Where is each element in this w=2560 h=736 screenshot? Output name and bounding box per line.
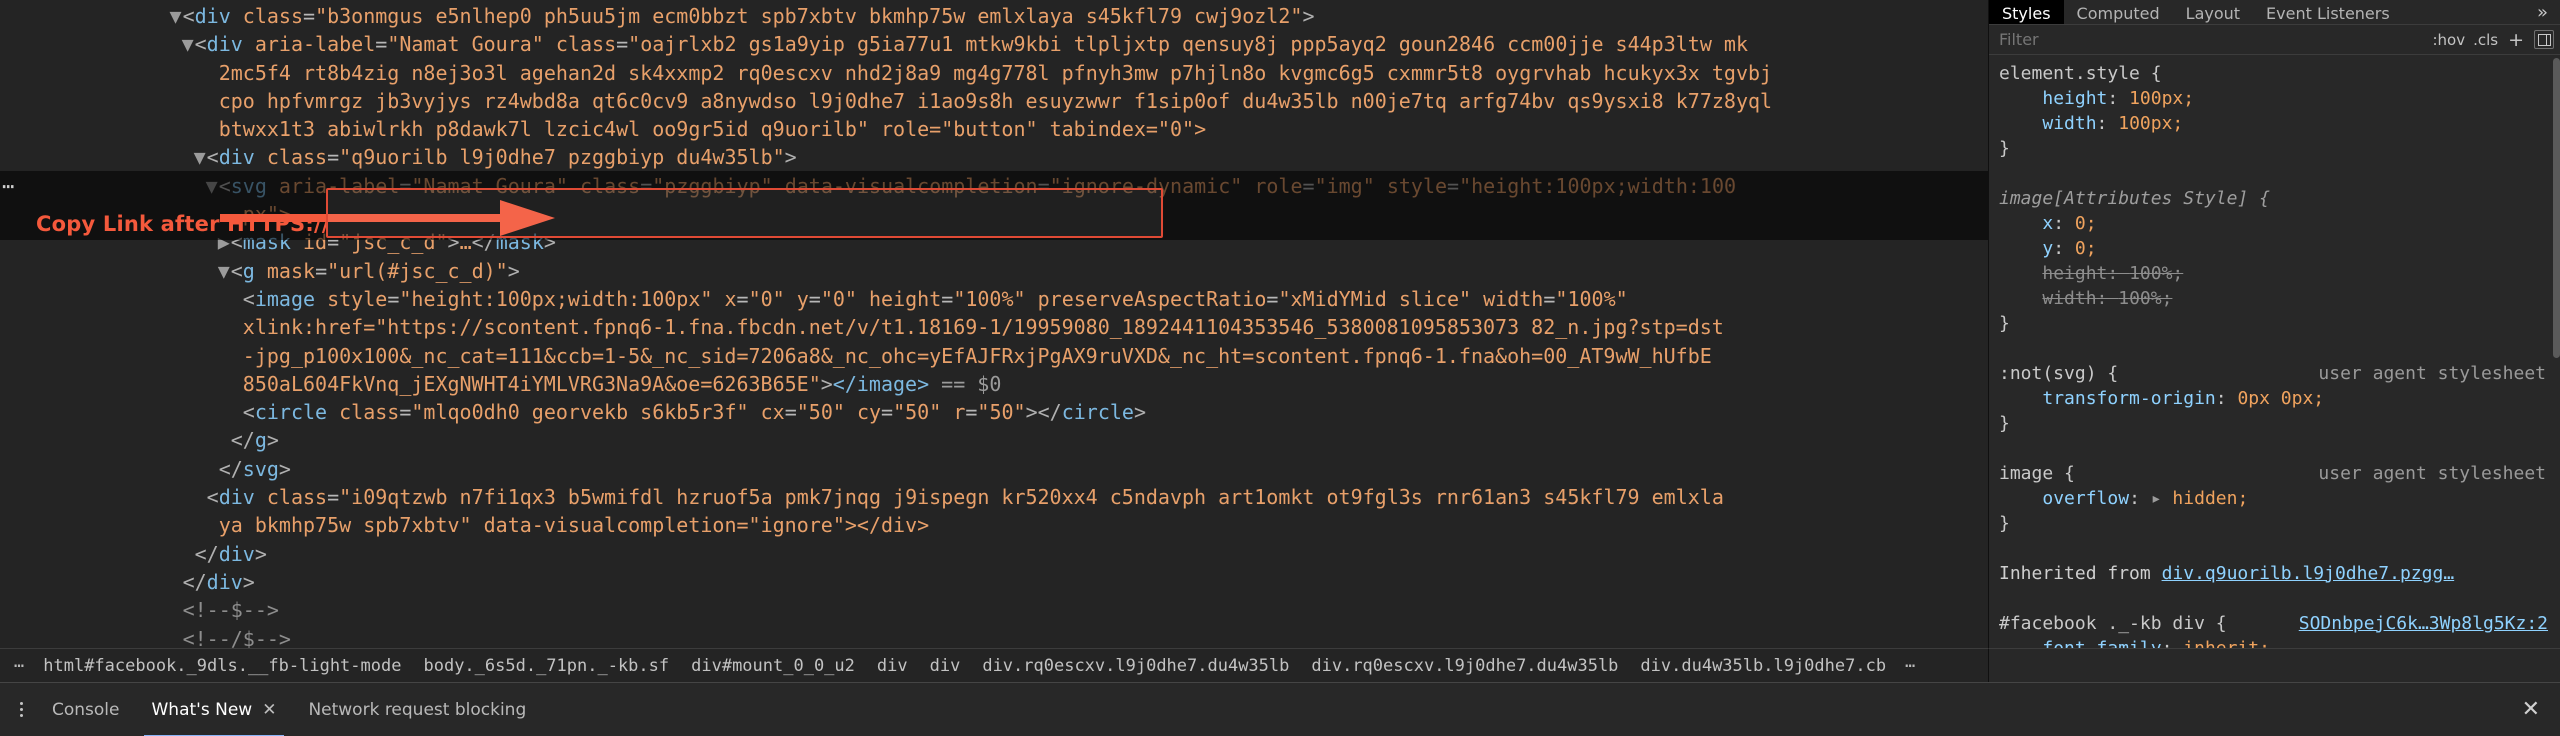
breadcrumb-item[interactable]: html#facebook._9dls.__fb-light-mode xyxy=(32,656,412,676)
computed-sidebar-toggle-icon[interactable] xyxy=(2534,30,2554,50)
dom-tree-line[interactable]: </div> xyxy=(0,540,1988,568)
tree-twisty[interactable]: ▼ xyxy=(181,30,195,58)
style-rule-row[interactable]: x: 0; xyxy=(1989,211,2560,236)
image-xlink-href-line[interactable]: -jpg_p100x100&_nc_cat=111&ccb=1-5&_nc_si… xyxy=(0,342,1988,370)
dom-tree-line[interactable]: </div> xyxy=(0,568,1988,596)
styles-tab-layout[interactable]: Layout xyxy=(2173,0,2253,24)
style-rule-row[interactable]: font-family: inherit; xyxy=(1989,636,2560,648)
breadcrumb-item[interactable]: ⋯ xyxy=(6,656,32,676)
breadcrumb[interactable]: ⋯ html#facebook._9dls.__fb-light-mode body… xyxy=(0,648,1988,682)
devtools-panes: ▼<div class="b3onmgus e5nlhep0 ph5uu5jm … xyxy=(0,0,2560,648)
elements-dom-tree-pane[interactable]: ▼<div class="b3onmgus e5nlhep0 ph5uu5jm … xyxy=(0,0,1988,648)
style-rule-row[interactable]: height: 100px; xyxy=(1989,86,2560,111)
tree-twisty[interactable]: ▼ xyxy=(169,2,183,30)
drawer-tab-network-request-blocking[interactable]: Network request blocking xyxy=(292,683,542,736)
style-rule-row[interactable]: transform-origin: 0px 0px; xyxy=(1989,386,2560,411)
styles-scrollbar-thumb[interactable] xyxy=(2553,58,2560,358)
dom-tree-line[interactable]: btwxx1t3 abiwlrkh p8dawk7l lzcic4wl oo9g… xyxy=(0,115,1988,143)
breadcrumb-item[interactable]: div.du4w35lb.l9j0dhe7.cb xyxy=(1629,656,1897,676)
dom-tree-line[interactable]: </svg> xyxy=(0,455,1988,483)
drawer-tabs[interactable]: Console What's New ✕ Network request blocki… xyxy=(36,683,542,736)
breadcrumb-item[interactable]: div xyxy=(919,656,972,676)
annotation-label: Copy Link after HTTPS:// xyxy=(36,212,330,236)
dom-tree-line[interactable]: <div class="i09qtzwb n7fi1qx3 b5wmifdl h… xyxy=(0,483,1988,511)
drawer-tab-label: Network request blocking xyxy=(308,699,527,720)
style-rule-row[interactable]: width: 100px; xyxy=(1989,111,2560,136)
drawer-tab-what-s-new[interactable]: What's New ✕ xyxy=(136,683,293,736)
breadcrumb-item[interactable]: div#mount_0_0_u2 xyxy=(680,656,866,676)
tree-ellipsis-left: ⋯ xyxy=(2,174,17,198)
tree-twisty[interactable]: ▼ xyxy=(205,172,219,200)
styles-filter-bar[interactable]: :hov .cls + xyxy=(1989,25,2560,55)
style-rule-row[interactable]: element.style { xyxy=(1989,61,2560,86)
dom-tree-line[interactable]: <!--/$--> xyxy=(0,625,1988,648)
kebab-menu-icon[interactable] xyxy=(6,702,36,717)
image-xlink-href-line[interactable]: xlink:href="https://scontent.fpnq6-1.fna… xyxy=(0,313,1988,341)
dom-tree-line[interactable]: ya bkmhp75w spb7xbtv" data-visualcomplet… xyxy=(0,511,1988,539)
breadcrumb-item[interactable]: div.rq0escxv.l9j0dhe7.du4w35lb xyxy=(1300,656,1629,676)
hov-toggle[interactable]: :hov xyxy=(2432,31,2465,49)
styles-rules-list[interactable]: element.style { height: 100px; width: 10… xyxy=(1989,55,2560,648)
dom-tree-line[interactable]: </g> xyxy=(0,426,1988,454)
style-rule-row[interactable] xyxy=(1989,536,2560,561)
style-rule-row[interactable] xyxy=(1989,336,2560,361)
panel-layout-icon xyxy=(2537,33,2551,46)
dom-tree-line[interactable]: ▼<g mask="url(#jsc_c_d)"> xyxy=(0,257,1988,285)
style-rule-row[interactable]: y: 0; xyxy=(1989,236,2560,261)
styles-tab-computed[interactable]: Computed xyxy=(2064,0,2173,24)
breadcrumb-item[interactable]: div xyxy=(866,656,919,676)
style-rule-row[interactable]: } xyxy=(1989,511,2560,536)
cls-toggle[interactable]: .cls xyxy=(2473,31,2498,49)
breadcrumb-item[interactable]: div.rq0escxv.l9j0dhe7.du4w35lb xyxy=(971,656,1300,676)
style-rule-row[interactable] xyxy=(1989,586,2560,611)
styles-sidebar[interactable]: StylesComputedLayoutEvent Listeners » :ho… xyxy=(1988,0,2560,648)
style-rule-row[interactable] xyxy=(1989,436,2560,461)
breadcrumb-item[interactable]: body._6s5d._71pn._-kb.sf xyxy=(412,656,680,676)
dom-tree-line[interactable]: ▼<div aria-label="Namat Goura" class="oa… xyxy=(0,30,1988,58)
styles-tab-styles[interactable]: Styles xyxy=(1989,0,2064,25)
tree-twisty[interactable]: ▼ xyxy=(193,143,207,171)
drawer-tab-console[interactable]: Console xyxy=(36,683,136,736)
style-rule-row[interactable]: overflow: ▸ hidden; xyxy=(1989,486,2560,511)
breadcrumb-right-filler xyxy=(1988,648,2560,682)
drawer-tab-bar[interactable]: Console What's New ✕ Network request blocki… xyxy=(0,682,2560,736)
dom-tree-line[interactable]: ▼<div class="q9uorilb l9j0dhe7 pzggbiyp … xyxy=(0,143,1988,171)
style-rule-row[interactable]: width: 100%; xyxy=(1989,286,2560,311)
style-rule-row[interactable]: image {user agent stylesheet xyxy=(1989,461,2560,486)
dom-tree-line-image[interactable]: <image style="height:100px;width:100px" … xyxy=(0,285,1988,313)
style-rule-row[interactable]: Inherited from div.q9uorilb.l9j0dhe7.pzg… xyxy=(1989,561,2560,586)
style-rule-row[interactable]: } xyxy=(1989,136,2560,161)
close-drawer-icon[interactable]: ✕ xyxy=(2502,697,2560,722)
breadcrumb-item[interactable]: ⋯ xyxy=(1897,656,1923,676)
styles-tab-bar[interactable]: Styles Computed Layout Event Listeners » xyxy=(1989,0,2560,26)
styles-filter-input[interactable] xyxy=(1999,30,2425,50)
dom-tree-line[interactable]: <circle class="mlqo0dh0 georvekb s6kb5r3… xyxy=(0,398,1988,426)
style-rule-row[interactable]: height: 100%; xyxy=(1989,261,2560,286)
dom-tree-line[interactable]: cpo hpfvmrgz jb3vyjys rz4wbd8a qt6c0cv9 … xyxy=(0,87,1988,115)
drawer-tab-close-icon[interactable]: ✕ xyxy=(262,700,276,720)
style-rule-row[interactable] xyxy=(1989,161,2560,186)
tree-twisty[interactable]: ▼ xyxy=(217,257,231,285)
dom-tree-line[interactable]: ▼<div class="b3onmgus e5nlhep0 ph5uu5jm … xyxy=(0,2,1988,30)
dom-tree[interactable]: ▼<div class="b3onmgus e5nlhep0 ph5uu5jm … xyxy=(0,2,1988,648)
devtools-window: ▼<div class="b3onmgus e5nlhep0 ph5uu5jm … xyxy=(0,0,2560,736)
style-rule-row[interactable]: } xyxy=(1989,311,2560,336)
style-rule-row[interactable]: } xyxy=(1989,411,2560,436)
drawer-tab-label: What's New xyxy=(151,699,253,720)
style-rule-row[interactable]: image[Attributes Style] { xyxy=(1989,186,2560,211)
style-rule-row[interactable]: #facebook ._-kb div {SODnbpejC6k…3Wp8lg5… xyxy=(1989,611,2560,636)
image-xlink-href-line[interactable]: 850aL604FkVnq_jEXgNWHT4iYMLVRG3Na9A&oe=6… xyxy=(0,370,1988,398)
new-style-rule-button[interactable]: + xyxy=(2506,29,2526,51)
dom-tree-line[interactable]: <!--$--> xyxy=(0,596,1988,624)
dom-tree-line[interactable]: ▼<svg aria-label="Namat Goura" class="pz… xyxy=(0,172,1988,200)
styles-tab-event-listeners[interactable]: Event Listeners xyxy=(2253,0,2403,24)
style-rule-row[interactable]: :not(svg) {user agent stylesheet xyxy=(1989,361,2560,386)
dom-tree-line[interactable]: 2mc5f4 rt8b4zig n8ej3o3l agehan2d sk4xxm… xyxy=(0,59,1988,87)
drawer-tab-label: Console xyxy=(52,699,120,720)
more-tabs-icon[interactable]: » xyxy=(2525,0,2560,24)
